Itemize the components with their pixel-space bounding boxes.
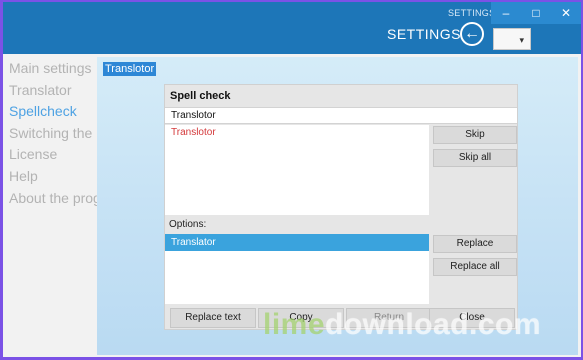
sidebar-item-main-settings[interactable]: Main settings bbox=[9, 58, 109, 80]
window-caption: SETTINGS bbox=[448, 8, 496, 18]
watermark-logo: limedownload.com bbox=[263, 308, 542, 341]
sidebar-item-help[interactable]: Help bbox=[9, 166, 109, 188]
replace-all-button[interactable]: Replace all bbox=[433, 258, 517, 276]
suggestions-list[interactable]: Translator bbox=[165, 234, 429, 304]
skip-all-button[interactable]: Skip all bbox=[433, 149, 517, 167]
list-item[interactable]: Translator bbox=[165, 234, 429, 251]
chevron-down-icon: ▾ bbox=[519, 35, 524, 45]
sidebar-item-license[interactable]: License bbox=[9, 144, 109, 166]
sidebar-item-spellcheck[interactable]: Spellcheck bbox=[9, 101, 109, 123]
replace-text-button[interactable]: Replace text bbox=[170, 308, 256, 328]
word-field[interactable]: Translotor bbox=[165, 107, 517, 124]
sidebar-item-switching[interactable]: Switching the l bbox=[9, 123, 109, 145]
sidebar-item-about[interactable]: About the prog bbox=[9, 188, 109, 210]
options-label: Options: bbox=[169, 219, 207, 230]
dialog-title: Spell check bbox=[170, 90, 231, 102]
page-title: SETTINGS bbox=[387, 26, 462, 42]
settings-sidebar: Main settings Translator Spellcheck Swit… bbox=[9, 58, 109, 209]
sidebar-item-translator[interactable]: Translator bbox=[9, 80, 109, 102]
language-dropdown[interactable]: ▾ bbox=[493, 28, 531, 50]
selected-word-highlight: Translotor bbox=[103, 62, 157, 76]
replace-button[interactable]: Replace bbox=[433, 235, 517, 253]
close-window-button[interactable]: ✕ bbox=[551, 2, 581, 24]
maximize-button[interactable]: □ bbox=[521, 2, 551, 24]
context-text-box[interactable]: Translotor bbox=[165, 125, 429, 215]
spell-check-dialog: Spell check Translotor Translotor Skip S… bbox=[164, 84, 518, 330]
window-controls: – □ ✕ bbox=[491, 2, 581, 24]
back-arrow-icon[interactable]: ← bbox=[460, 22, 484, 46]
skip-button[interactable]: Skip bbox=[433, 126, 517, 144]
minimize-button[interactable]: – bbox=[491, 2, 521, 24]
